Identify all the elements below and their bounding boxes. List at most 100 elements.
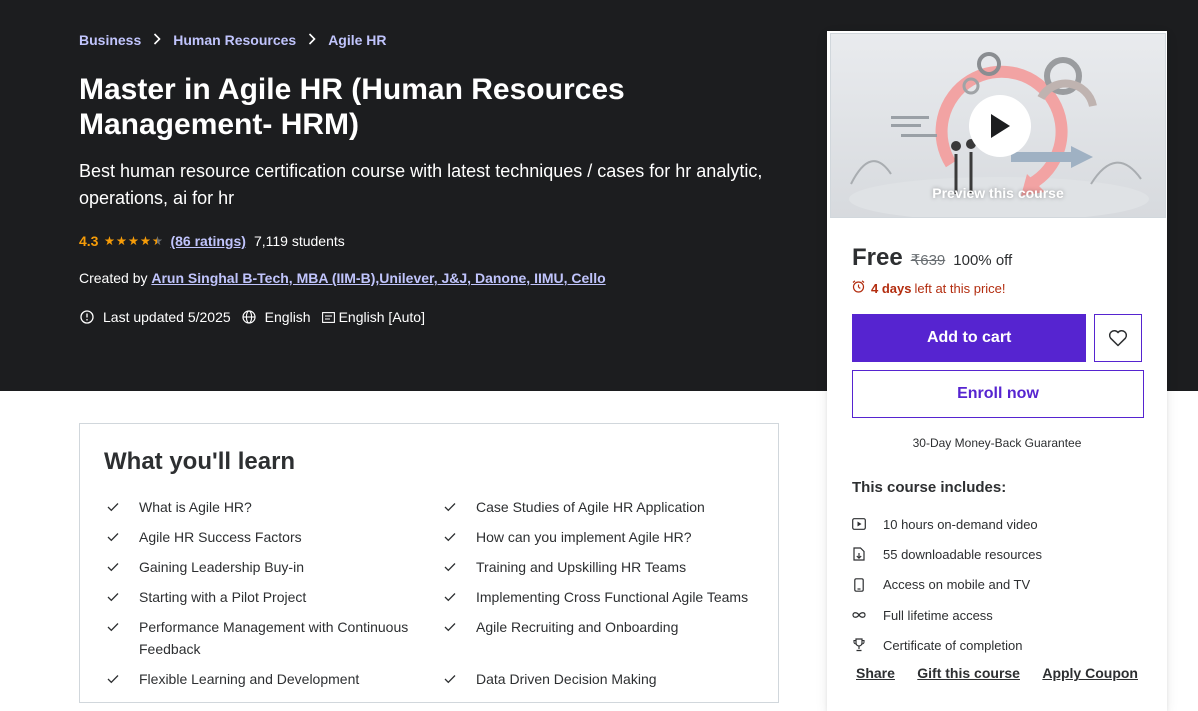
star-icon: [128, 236, 139, 246]
course-preview-video[interactable]: Preview this course: [830, 33, 1166, 218]
preview-label: Preview this course: [932, 185, 1064, 201]
includes-list: 10 hours on-demand video 55 downloadable…: [852, 509, 1142, 660]
play-button[interactable]: [969, 95, 1031, 157]
purchase-sidebar: Preview this course Free ₹639 100% off 4…: [827, 31, 1167, 711]
wishlist-button[interactable]: [1094, 314, 1142, 362]
gift-course-link[interactable]: Gift this course: [917, 665, 1020, 681]
check-icon: [107, 586, 121, 608]
list-item: 55 downloadable resources: [852, 539, 1142, 569]
check-icon: [107, 496, 121, 518]
instructor-link[interactable]: Arun Singhal B-Tech, MBA (IIM-B),Unileve…: [151, 270, 605, 286]
list-item: Access on mobile and TV: [852, 570, 1142, 600]
include-text: Certificate of completion: [883, 637, 1023, 653]
captions-text: English [Auto]: [338, 309, 425, 325]
video-icon: [852, 517, 866, 531]
rating-value: 4.3: [79, 233, 99, 249]
last-updated-text: Last updated 5/2025: [103, 309, 231, 325]
check-icon: [444, 556, 458, 578]
deadline-days: 4 days: [871, 280, 912, 296]
apply-coupon-link[interactable]: Apply Coupon: [1042, 665, 1138, 681]
star-icon: [104, 236, 115, 246]
star-icon: [140, 236, 151, 246]
list-item: Performance Management with Continuous F…: [104, 616, 441, 660]
chevron-right-icon: [308, 32, 316, 48]
price-block: Free ₹639 100% off 4 days left at this p…: [828, 244, 1166, 681]
list-item-text: Gaining Leadership Buy-in: [139, 559, 304, 575]
breadcrumb-agile-hr[interactable]: Agile HR: [328, 32, 386, 48]
list-item-text: Agile HR Success Factors: [139, 529, 302, 545]
ratings-link[interactable]: (86 ratings): [170, 233, 245, 249]
chevron-right-icon: [153, 32, 161, 48]
list-item-text: What is Agile HR?: [139, 499, 252, 515]
breadcrumb-business[interactable]: Business: [79, 32, 141, 48]
list-item-text: Performance Management with Continuous F…: [139, 619, 409, 657]
heart-icon: [1109, 330, 1128, 347]
list-item: 10 hours on-demand video: [852, 509, 1142, 539]
file-download-icon: [852, 547, 866, 562]
breadcrumb-human-resources[interactable]: Human Resources: [173, 32, 296, 48]
check-icon: [444, 496, 458, 518]
language: English: [241, 309, 311, 325]
list-item: Full lifetime access: [852, 600, 1142, 630]
globe-icon: [241, 309, 257, 325]
share-link[interactable]: Share: [856, 665, 895, 681]
learn-list: What is Agile HR? Case Studies of Agile …: [104, 496, 754, 690]
alarm-clock-icon: [852, 280, 865, 296]
list-item: Gaining Leadership Buy-in: [104, 556, 441, 578]
star-rating: [104, 236, 163, 246]
price-row: Free ₹639 100% off: [852, 244, 1142, 274]
list-item-text: How can you implement Agile HR?: [476, 529, 692, 545]
include-text: 10 hours on-demand video: [883, 516, 1038, 532]
rating-row: 4.3 (86 ratings) 7,119 students: [79, 231, 779, 251]
hero-content: Business Human Resources Agile HR Master…: [79, 30, 779, 327]
closed-captions-icon: [321, 309, 337, 325]
includes-title: This course includes:: [852, 479, 1007, 496]
check-icon: [444, 526, 458, 548]
check-icon: [107, 616, 121, 638]
what-you-will-learn: What you'll learn What is Agile HR? Case…: [79, 423, 779, 703]
list-item-text: Case Studies of Agile HR Application: [476, 499, 705, 515]
price-deadline: 4 days left at this price!: [852, 278, 1142, 298]
check-icon: [444, 586, 458, 608]
star-icon: [116, 236, 127, 246]
list-item: What is Agile HR?: [104, 496, 441, 518]
add-to-cart-button[interactable]: Add to cart: [852, 314, 1087, 362]
trophy-icon: [852, 638, 866, 652]
deadline-text: left at this price!: [914, 280, 1006, 296]
check-icon: [107, 526, 121, 548]
list-item-text: Training and Upskilling HR Teams: [476, 559, 687, 575]
list-item: Certificate of completion: [852, 630, 1142, 660]
list-item-text: Implementing Cross Functional Agile Team…: [476, 589, 749, 605]
check-icon: [444, 616, 458, 638]
last-updated: Last updated 5/2025: [79, 309, 231, 325]
include-text: 55 downloadable resources: [883, 546, 1042, 562]
half-star-icon: [152, 236, 163, 246]
list-item: Training and Upskilling HR Teams: [441, 556, 754, 578]
original-price: ₹639: [910, 252, 946, 269]
sidebar-links: Share Gift this course Apply Coupon: [852, 665, 1142, 681]
created-by-label: Created by: [79, 270, 148, 286]
include-text: Full lifetime access: [883, 607, 993, 623]
list-item: Agile HR Success Factors: [104, 526, 441, 548]
captions: English [Auto]: [321, 309, 425, 325]
infinity-icon: [852, 608, 866, 622]
list-item: Case Studies of Agile HR Application: [441, 496, 754, 518]
learn-title: What you'll learn: [104, 448, 296, 475]
cart-row: Add to cart: [852, 314, 1142, 362]
language-text: English: [264, 309, 311, 325]
list-item-text: Agile Recruiting and Onboarding: [476, 619, 679, 635]
mobile-icon: [852, 577, 866, 592]
list-item: Starting with a Pilot Project: [104, 586, 441, 608]
enroll-now-button[interactable]: Enroll now: [852, 370, 1144, 418]
list-item: Implementing Cross Functional Agile Team…: [441, 586, 754, 608]
check-icon: [107, 556, 121, 578]
created-by-row: Created by Arun Singhal B-Tech, MBA (IIM…: [79, 270, 779, 290]
include-text: Access on mobile and TV: [883, 577, 1031, 593]
course-subtitle: Best human resource certification course…: [79, 161, 763, 208]
students-count: 7,119 students: [253, 233, 345, 249]
money-back-guarantee: 30-Day Money-Back Guarantee: [912, 436, 1082, 450]
page-title: Master in Agile HR (Human Resources Mana…: [79, 73, 625, 141]
play-icon: [991, 114, 1010, 138]
breadcrumb: Business Human Resources Agile HR: [79, 30, 779, 50]
course-meta: Last updated 5/2025 English English [Aut…: [79, 307, 779, 327]
